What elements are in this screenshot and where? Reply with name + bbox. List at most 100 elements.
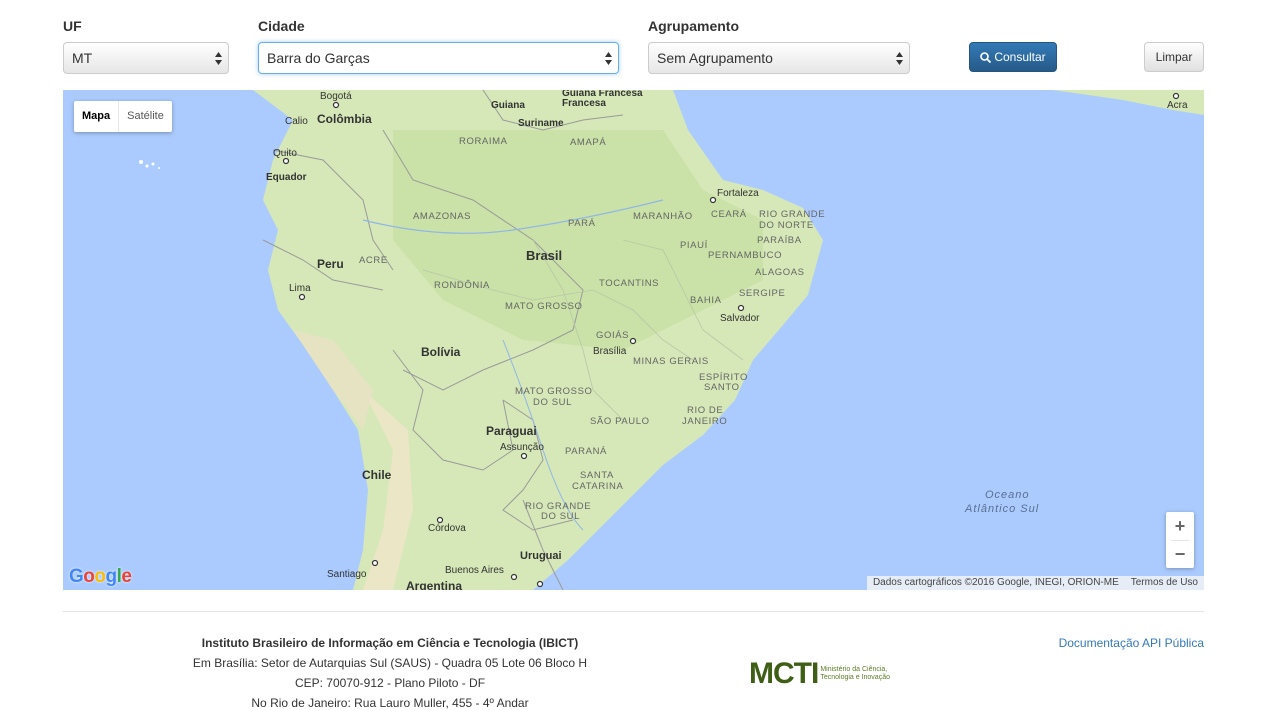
map-label-rs-2: DO SUL [541,511,580,522]
map-label-sao-paulo: SÃO PAULO [590,416,650,427]
map-label-amazonas: AMAZONAS [413,211,471,222]
map-label-peru: Peru [317,257,344,271]
map-label-paraiba: PARAÍBA [757,235,802,246]
map-label-ms-1: MATO GROSSO [515,386,593,397]
map-label-maranhao: MARANHÃO [633,211,693,222]
city-dot-cordova [436,516,444,524]
terms-link[interactable]: Termos de Uso [1131,577,1198,588]
city-dot-quito [282,157,290,165]
map-label-sc-1: SANTA [580,470,614,481]
map-label-rondonia: RONDÔNIA [434,280,490,291]
city-dot-montevideo [536,580,544,588]
map-label-lima: Lima [289,283,311,294]
city-dot-salvador [737,304,745,312]
select-arrows-icon [215,52,222,65]
map-label-ceara: CEARÁ [711,209,747,220]
map-type-control: Mapa Satélite [74,101,172,132]
footer-address-2: CEP: 70070-912 - Plano Piloto - DF [294,676,486,690]
map-label-quito: Quito [273,148,297,159]
ocean-label: Oceano Atlântico Sul [964,489,1039,515]
map-label-uruguai: Uruguai [520,550,562,562]
map-canvas[interactable]: Colômbia Brasil Peru Bolívia Paraguai Ch… [63,90,1204,590]
map-label-oceano: Oceano [985,489,1030,501]
consultar-button[interactable]: Consultar [969,42,1057,72]
map-label-assuncao: Assunção [500,442,544,453]
select-arrows-icon [605,52,612,65]
cidade-select[interactable]: Barra do Garças [258,42,619,74]
map-label-para: PARÁ [568,218,596,229]
map-label-suriname: Suriname [518,118,564,129]
google-logo[interactable]: Google [69,566,132,588]
map-label-tocantins: TOCANTINS [599,278,659,289]
search-icon [980,52,992,64]
map-type-map-button[interactable]: Mapa [74,101,120,132]
map-label-mato-grosso: MATO GROSSO [505,301,583,312]
footer-divider [63,611,1204,612]
city-dot-acra [1172,92,1180,100]
mcti-sub-2: Tecnologia e Inovação [820,674,890,681]
map-label-cordova: Córdova [428,523,466,534]
map-label-rio-grande-do-norte-1: RIO GRANDE [759,209,825,220]
map-base-layer: Colômbia Brasil Peru Bolívia Paraguai Ch… [139,90,1204,590]
map-label-rio-grande-do-norte-2: DO NORTE [759,220,814,231]
city-dot-fortaleza [709,196,717,204]
galapagos-islands [139,160,160,169]
map-label-roraima: RORAIMA [459,136,508,147]
zoom-out-button[interactable]: − [1166,540,1194,568]
map-label-brasilia: Brasília [593,346,627,357]
map-label-bolivia: Bolívia [421,345,461,359]
limpar-label: Limpar [1155,50,1193,64]
city-dot-brasilia [629,337,637,345]
select-arrows-icon [896,52,903,65]
zoom-separator [1171,540,1189,541]
city-dot-bogota [332,101,340,109]
map-attribution-text: Dados cartográficos ©2016 Google, INEGI,… [872,577,1119,588]
map-label-sc-2: CATARINA [572,481,623,492]
map-label-bahia: BAHIA [690,295,722,306]
api-documentation-link[interactable]: Documentação API Pública [1059,636,1204,650]
map-label-calio: Calio [285,116,308,127]
agrupamento-select-value: Sem Agrupamento [657,50,773,66]
map-type-satellite-button[interactable]: Satélite [119,101,172,132]
map-label-alagoas: ALAGOAS [755,267,805,278]
map-label-colombia: Colômbia [317,112,372,126]
map-label-rj-2: JANEIRO [682,416,727,427]
zoom-control: + − [1166,512,1194,568]
uf-select[interactable]: MT [63,42,229,74]
map-label-minas-gerais: MINAS GERAIS [633,356,709,367]
map-label-atlantico-sul: Atlântico Sul [964,503,1039,515]
map-label-buenos-aires: Buenos Aires [445,565,504,576]
map-label-es-2: SANTO [704,382,740,393]
map-label-chile: Chile [362,468,392,482]
map-label-bogota: Bogotá [320,91,352,102]
cidade-select-value: Barra do Garças [267,50,370,66]
map-attribution: Dados cartográficos ©2016 Google, INEGI,… [866,576,1204,590]
map-label-piaui: PIAUÍ [680,240,708,251]
agrupamento-label: Agrupamento [648,18,739,34]
map-label-acra: Acra [1167,100,1188,111]
footer-address-1: Em Brasília: Setor de Autarquias Sul (SA… [192,656,588,670]
map-label-ms-2: DO SUL [533,397,572,408]
city-dot-buenos-aires [510,573,518,581]
map-label-parana: PARANÁ [565,446,607,457]
footer-address-3: No Rio de Janeiro: Rua Lauro Muller, 455… [251,696,529,710]
map-label-equador: Equador [266,172,307,183]
uf-select-value: MT [72,50,93,66]
map-label-argentina: Argentina [406,579,462,590]
zoom-in-button[interactable]: + [1166,512,1194,540]
mcti-logo: MCTI Ministério da Ciência, Tecnologia e… [749,657,890,691]
map-label-paraguai: Paraguai [486,424,537,438]
limpar-button[interactable]: Limpar [1144,42,1204,72]
footer-org-name: Instituto Brasileiro de Informação em Ci… [201,636,579,650]
city-dot-santiago [371,559,379,567]
map-label-salvador: Salvador [720,313,760,324]
map-label-guiana: Guiana [491,100,525,111]
map-label-acre: ACRE [359,255,388,266]
map-label-goias: GOIÁS [596,330,629,341]
map-label-francesa: Francesa [562,98,606,109]
map-label-rj-1: RIO DE [687,405,723,416]
map-label-santiago: Santiago [327,569,367,580]
agrupamento-select[interactable]: Sem Agrupamento [648,42,910,74]
map-label-sergipe: SERGIPE [739,288,785,299]
map-label-fortaleza: Fortaleza [717,188,759,199]
